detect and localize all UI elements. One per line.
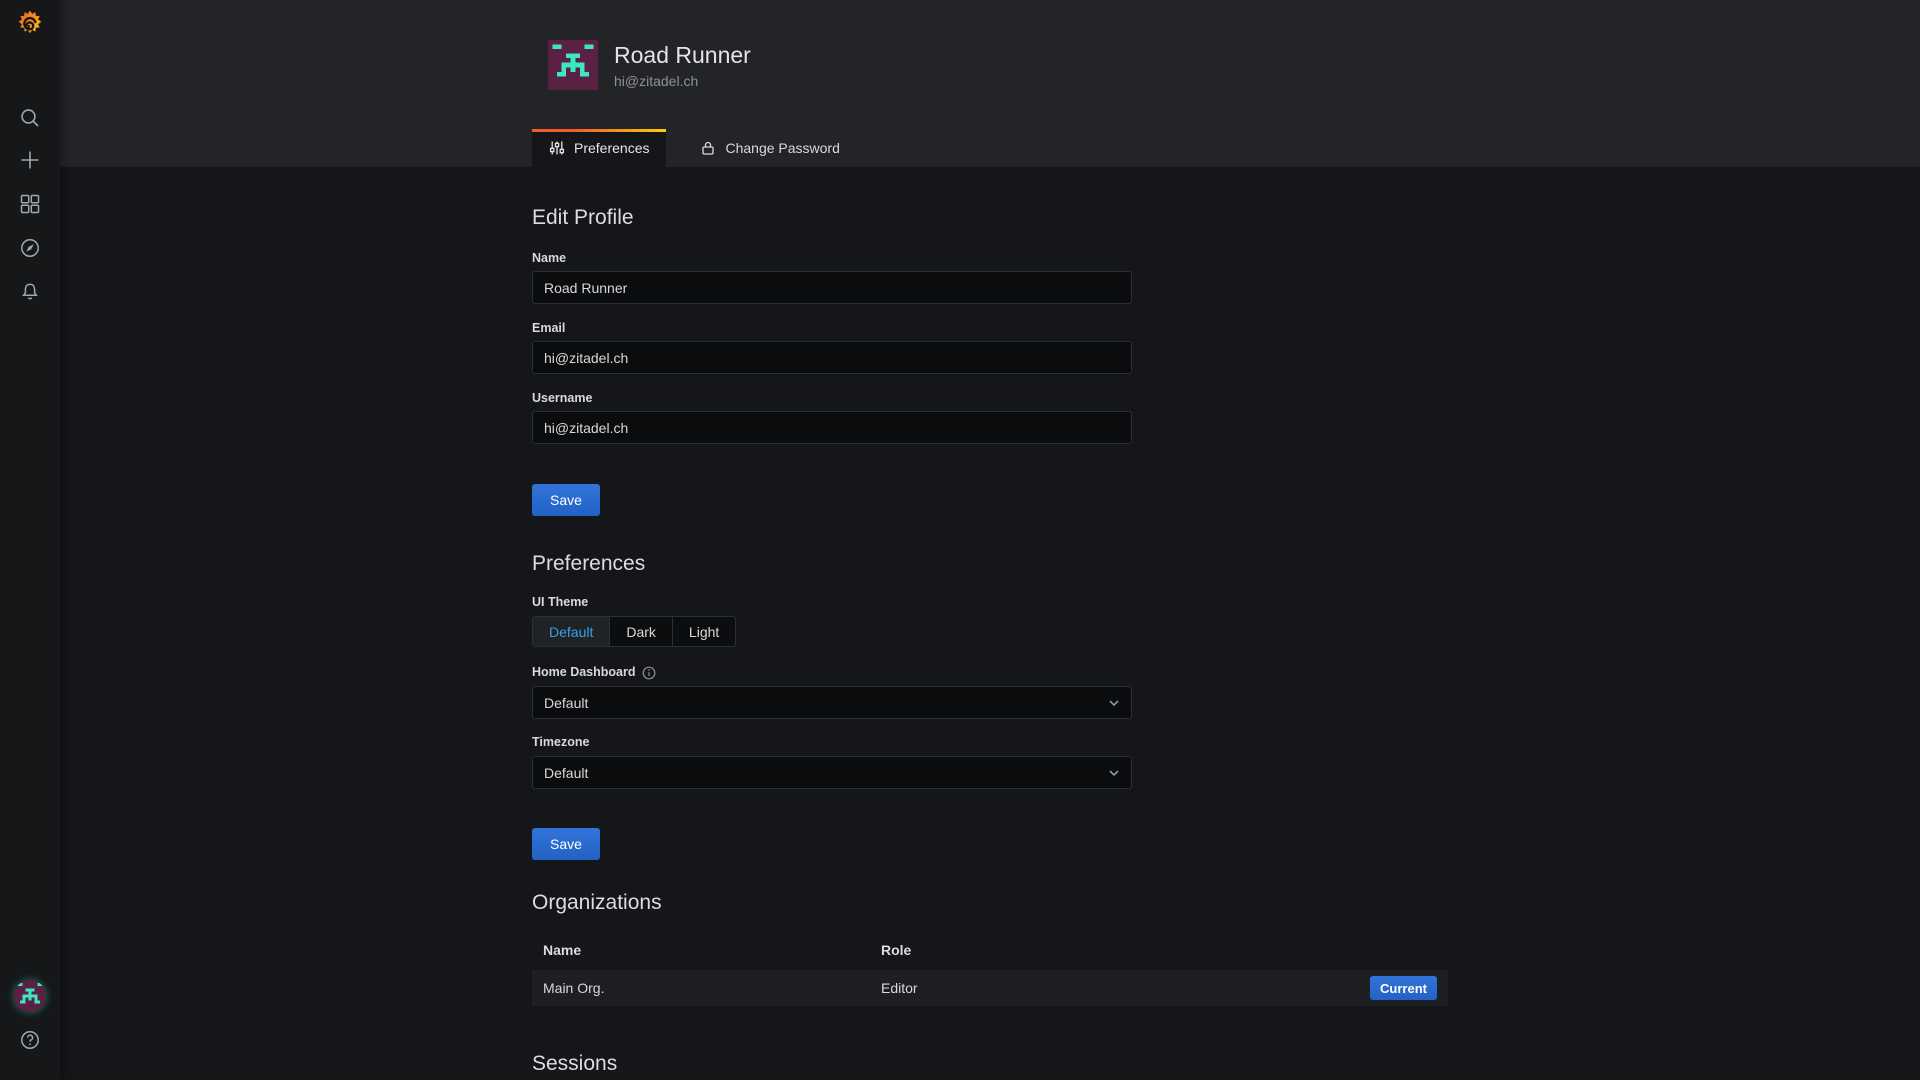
profile-name: Road Runner — [614, 42, 751, 69]
org-name-cell: Main Org. — [532, 980, 881, 996]
main-area: Road Runner hi@zitadel.ch Preferences — [60, 0, 1920, 1080]
home-dashboard-select[interactable]: Default — [532, 686, 1132, 719]
ui-theme-label: UI Theme — [532, 595, 1448, 610]
plus-icon[interactable] — [0, 140, 60, 180]
email-field[interactable] — [532, 341, 1132, 374]
table-row: Main Org. Editor Current — [532, 970, 1448, 1006]
column-header-role: Role — [881, 942, 1448, 958]
email-label: Email — [532, 321, 1448, 336]
profile-email: hi@zitadel.ch — [614, 73, 751, 89]
alerting-bell-icon[interactable] — [0, 272, 60, 312]
profile-avatar — [548, 40, 598, 90]
chevron-down-icon — [1108, 769, 1120, 777]
dashboards-icon[interactable] — [0, 184, 60, 224]
timezone-select[interactable]: Default — [532, 756, 1132, 789]
lock-icon — [700, 140, 716, 156]
save-profile-button[interactable]: Save — [532, 484, 600, 516]
preferences-heading: Preferences — [532, 551, 1448, 576]
name-label: Name — [532, 251, 1448, 266]
tab-bar: Preferences Change Password — [532, 129, 1448, 167]
sliders-icon — [549, 140, 565, 156]
column-header-name: Name — [532, 942, 881, 958]
current-org-button[interactable]: Current — [1370, 976, 1437, 1000]
username-label: Username — [532, 391, 1448, 406]
tab-label: Change Password — [725, 140, 839, 156]
timezone-label: Timezone — [532, 735, 1448, 750]
org-role-cell: Editor — [881, 980, 1370, 996]
table-header-row: Name Role — [532, 929, 1448, 970]
edit-profile-heading: Edit Profile — [532, 205, 1448, 230]
save-preferences-button[interactable]: Save — [532, 828, 600, 860]
help-icon[interactable] — [0, 1020, 60, 1060]
sidebar — [0, 0, 60, 1080]
info-icon[interactable] — [642, 666, 656, 680]
organizations-table: Name Role Main Org. Editor Current — [532, 929, 1448, 1006]
ui-theme-option-dark[interactable]: Dark — [609, 617, 672, 646]
tab-label: Preferences — [574, 140, 649, 156]
organizations-heading: Organizations — [532, 890, 1448, 915]
home-dashboard-label: Home Dashboard — [532, 665, 1448, 680]
tab-change-password[interactable]: Change Password — [683, 129, 856, 167]
chevron-down-icon — [1108, 699, 1120, 707]
ui-theme-radio-group: Default Dark Light — [532, 616, 736, 647]
grafana-logo[interactable] — [14, 8, 46, 40]
ui-theme-option-light[interactable]: Light — [672, 617, 735, 646]
explore-compass-icon[interactable] — [0, 228, 60, 268]
tab-preferences[interactable]: Preferences — [532, 129, 666, 167]
name-field[interactable] — [532, 271, 1132, 304]
user-avatar[interactable] — [14, 980, 46, 1012]
search-icon[interactable] — [0, 98, 60, 138]
username-field[interactable] — [532, 411, 1132, 444]
sessions-heading: Sessions — [532, 1051, 1448, 1076]
profile-header: Road Runner hi@zitadel.ch — [548, 0, 1448, 90]
ui-theme-option-default[interactable]: Default — [533, 617, 609, 646]
